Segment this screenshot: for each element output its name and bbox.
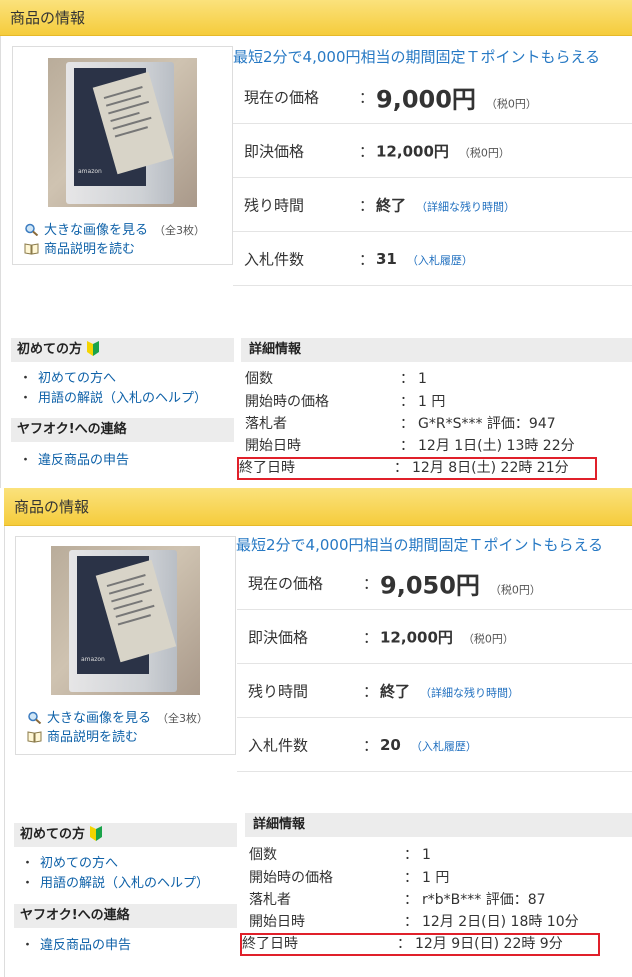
bid-count-value: 31 xyxy=(376,249,397,268)
bid-count-value: 20 xyxy=(380,735,401,754)
read-description-label[interactable]: 商品説明を読む xyxy=(44,242,135,257)
current-price-value: 9,050円 xyxy=(380,571,480,599)
details-header: 詳細情報 xyxy=(245,813,632,837)
beginner-mark-icon xyxy=(90,826,103,841)
tpoint-promo-link[interactable]: 最短2分で4,000円相当の期間固定Ｔポイントもらえる xyxy=(233,46,600,67)
panel-body: amazon 大きな画像を見る （全3枚） 商品説明を読む 最短2分で4,000円… xyxy=(4,526,632,977)
beginner-title: 初めての方 xyxy=(17,342,83,357)
product-image-box: amazon 大きな画像を見る （全3枚） 商品説明を読む xyxy=(15,536,236,755)
detail-row-start-price: 開始時の価格： 1 円 xyxy=(245,394,446,410)
time-left-value: 終了 xyxy=(380,682,411,700)
time-left-label: 残り時間 xyxy=(248,682,309,700)
buyout-price-label: 即決価格 xyxy=(244,142,305,160)
bid-count-row: 入札件数 ： 20 （入札履歴） xyxy=(237,718,632,772)
panel-header: 商品の情報 xyxy=(0,0,632,36)
buyout-price-tax: （税0円） xyxy=(462,632,514,645)
bid-history-link[interactable]: （入札履歴） xyxy=(411,740,477,753)
buyout-price-tax: （税0円） xyxy=(458,146,510,159)
bid-history-link[interactable]: （入札履歴） xyxy=(407,254,473,267)
details-header: 詳細情報 xyxy=(241,338,632,362)
buyout-price-value: 12,000円 xyxy=(380,628,453,646)
image-count-note: （全3枚） xyxy=(157,712,209,725)
image-count-note: （全3枚） xyxy=(154,224,206,237)
magnifier-icon xyxy=(28,711,42,724)
enlarge-image-link[interactable]: 大きな画像を見る （全3枚） xyxy=(24,219,205,238)
sidebar-item-report-violation[interactable]: ・違反商品の申告 xyxy=(21,934,131,953)
magnifier-icon xyxy=(25,223,39,236)
sidebar-item-glossary[interactable]: ・用語の解説（入札のヘルプ） xyxy=(21,872,209,891)
contact-box-header: ヤフオク!への連絡 xyxy=(14,904,237,928)
read-description-label[interactable]: 商品説明を読む xyxy=(47,730,138,745)
sidebar-item-beginner-guide[interactable]: ・初めての方へ xyxy=(21,852,118,871)
contact-box-header: ヤフオク!への連絡 xyxy=(11,418,234,442)
current-price-tax: （税0円） xyxy=(485,97,537,110)
panel-header: 商品の情報 xyxy=(4,488,632,526)
buyout-price-row: 即決価格 ： 12,000円 （税0円） xyxy=(233,124,632,178)
read-description-link[interactable]: 商品説明を読む xyxy=(24,238,135,257)
current-price-row: 現在の価格 ： 9,050円 （税0円） xyxy=(237,556,632,610)
sidebar-item-glossary[interactable]: ・用語の解説（入札のヘルプ） xyxy=(19,387,207,406)
bid-count-row: 入札件数 ： 31 （入札履歴） xyxy=(233,232,632,286)
book-icon xyxy=(27,731,42,743)
current-price-tax: （税0円） xyxy=(489,583,541,596)
sidebar-item-beginner-guide[interactable]: ・初めての方へ xyxy=(19,367,116,386)
read-description-link[interactable]: 商品説明を読む xyxy=(27,726,138,745)
current-price-value: 9,000円 xyxy=(376,85,476,113)
bid-count-label: 入札件数 xyxy=(244,250,305,268)
enlarge-image-label[interactable]: 大きな画像を見る xyxy=(44,223,148,238)
current-price-label: 現在の価格 xyxy=(244,88,320,106)
beginner-mark-icon xyxy=(87,341,100,356)
time-left-label: 残り時間 xyxy=(244,196,305,214)
product-photo[interactable]: amazon xyxy=(48,58,197,207)
enlarge-image-label[interactable]: 大きな画像を見る xyxy=(47,711,151,726)
detail-row-quantity: 個数： 1 xyxy=(245,371,427,387)
beginner-box-header: 初めての方 xyxy=(11,338,234,362)
product-photo[interactable]: amazon xyxy=(51,546,200,695)
book-icon xyxy=(24,243,39,255)
time-left-row: 残り時間 ： 終了 （詳細な残り時間） xyxy=(233,178,632,232)
detail-row-quantity: 個数： 1 xyxy=(249,847,431,863)
beginner-title: 初めての方 xyxy=(20,827,86,842)
product-image-box: amazon 大きな画像を見る （全3枚） 商品説明を読む xyxy=(12,46,233,265)
sidebar-item-report-violation[interactable]: ・違反商品の申告 xyxy=(19,449,129,468)
detail-row-start-date: 開始日時： 12月 2日(日) 18時 10分 xyxy=(249,914,579,930)
tpoint-promo-link[interactable]: 最短2分で4,000円相当の期間固定Ｔポイントもらえる xyxy=(236,534,603,555)
detail-row-start-price: 開始時の価格： 1 円 xyxy=(249,870,450,886)
time-left-value: 終了 xyxy=(376,196,407,214)
bid-count-label: 入札件数 xyxy=(248,736,309,754)
panel-body: amazon 大きな画像を見る （全3枚） 商品説明を読む 最短2分で4,000円… xyxy=(0,36,632,488)
buyout-price-label: 即決価格 xyxy=(248,628,309,646)
buyout-price-row: 即決価格 ： 12,000円 （税0円） xyxy=(237,610,632,664)
current-price-row: 現在の価格 ： 9,000円 （税0円） xyxy=(233,70,632,124)
current-price-label: 現在の価格 xyxy=(248,574,324,592)
enlarge-image-link[interactable]: 大きな画像を見る （全3枚） xyxy=(27,707,208,726)
detail-row-start-date: 開始日時： 12月 1日(土) 13時 22分 xyxy=(245,438,575,454)
time-left-detail-link[interactable]: （詳細な残り時間） xyxy=(416,200,515,213)
time-left-row: 残り時間 ： 終了 （詳細な残り時間） xyxy=(237,664,632,718)
detail-row-end-date-highlighted: 終了日時： 12月 8日(土) 22時 21分 xyxy=(237,457,597,480)
buyout-price-value: 12,000円 xyxy=(376,142,449,160)
detail-row-winner: 落札者： r*b*B*** 評価：87 xyxy=(249,892,546,908)
beginner-box-header: 初めての方 xyxy=(14,823,237,847)
detail-row-end-date-highlighted: 終了日時： 12月 9日(日) 22時 9分 xyxy=(240,933,600,956)
time-left-detail-link[interactable]: （詳細な残り時間） xyxy=(420,686,519,699)
detail-row-winner: 落札者： G*R*S*** 評価：947 xyxy=(245,416,556,432)
